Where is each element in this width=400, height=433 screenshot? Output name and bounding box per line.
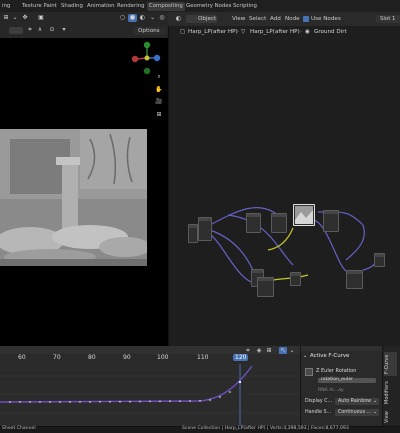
node-mix-shader[interactable] [323,210,339,232]
ruler-tick: 90 [123,354,131,361]
breadcrumb-object: Harp_LP(after HP) [188,29,238,35]
proportional-icon[interactable]: ⊙ [48,26,56,34]
breadcrumb-mesh: Harp_LP(after HP) [250,29,300,35]
ruler-tick: 110 [197,354,209,361]
mesh-icon: ▽ [241,29,246,35]
tab-modifiers[interactable]: Modifiers [384,380,397,406]
tab-texture-paint[interactable]: Texture Paint [22,2,57,11]
x-axis-dot[interactable] [131,55,139,63]
display-color-dropdown[interactable]: Auto Rainbow ⌄ [335,398,379,405]
options-button[interactable]: Options [133,27,166,35]
breadcrumb-separator-icon: › [237,29,240,35]
material-shading-icon[interactable]: ● [128,14,137,22]
data-path-field[interactable]: rotation_euler [318,377,376,383]
gizmo-center [144,55,150,61]
channel-color-swatch[interactable] [305,368,313,376]
node-texture-coordinate[interactable] [188,224,198,243]
node-mapping[interactable] [198,217,212,241]
panel-title: Active F-Curve [310,353,350,359]
f-curve-plot[interactable] [0,364,300,426]
tab-animation[interactable]: Animation [87,2,114,11]
tab-rendering[interactable]: Rendering [117,2,145,11]
ruler-tick: 60 [18,354,26,361]
node-image-preview[interactable] [293,204,315,226]
tab-modeling[interactable]: ing [2,2,10,11]
node-separate[interactable] [290,272,301,286]
tab-geometry-nodes[interactable]: Geometry Nodes [186,2,231,11]
tab-compositing[interactable]: Compositing [147,2,185,11]
handle-smoothing-dropdown[interactable]: Continuous ... ⌄ [335,409,379,416]
zoom-icon[interactable]: ⌕ [154,73,164,81]
snap-icon[interactable]: ⌗ [26,26,34,34]
node-normal-map[interactable] [257,277,274,297]
rna-array-label: RNA Ar...ay [318,388,344,393]
z-axis-dot[interactable] [153,54,161,62]
f-curve-line[interactable] [0,365,253,403]
tab-scripting[interactable]: Scripting [233,2,257,11]
object-icon: ▢ [180,29,186,35]
object-dropdown-label: Object [198,16,217,22]
options-dropdown-icon[interactable]: ▾ [60,26,68,34]
handle-smoothing-label: Handle S... [305,410,332,415]
use-nodes-label: Use Nodes [311,16,341,22]
scene-render [0,129,147,266]
overlay-icon[interactable]: ⌄ [11,14,19,22]
editor-type-icon[interactable]: ◐ [174,15,183,23]
node-color-ramp[interactable] [271,213,287,233]
options-label: Options [138,28,160,34]
handle-smoothing-value: Continuous ... [338,410,372,415]
ruler-tick: 80 [88,354,96,361]
menu-select[interactable]: Select [249,15,266,23]
display-color-label: Display C... [305,399,333,404]
panel-collapse-icon[interactable]: ⌄ [303,353,307,359]
tab-view[interactable]: View [384,410,397,424]
ruler-tick: 70 [53,354,61,361]
menu-add[interactable]: Add [270,15,281,23]
falloff-icon[interactable]: ∧ [36,26,44,34]
gizmo-icon[interactable]: ✥ [21,14,29,22]
status-left: Sheet Channel [2,426,36,431]
data-path-value: rotation_euler [321,377,354,382]
shading-dropdown-icon[interactable]: ⌄ [148,14,157,22]
menu-node[interactable]: Node [285,15,300,23]
frame-ruler[interactable] [0,354,300,364]
use-nodes-checkbox[interactable] [303,16,309,22]
slot-label: Slot 1 [380,16,396,22]
tab-f-curve[interactable]: F-Curve [384,352,397,376]
breadcrumb-separator-icon: › [300,29,303,35]
node-wires [209,204,381,286]
node-principled-bsdf[interactable] [346,270,363,289]
camera-view-icon[interactable]: 🎥 [154,98,164,106]
current-frame-indicator[interactable]: 120 [233,354,249,361]
xray-icon[interactable]: ▣ [37,14,45,22]
solid-shading-icon[interactable]: ○ [118,14,127,22]
node-image-texture[interactable] [246,213,261,233]
dropdown-chevron-icon: ⌄ [373,410,378,415]
tab-shading[interactable]: Shading [61,2,83,11]
perspective-grid-icon[interactable]: ⊞ [154,111,164,119]
breadcrumb-material: Ground Dirt [314,29,347,35]
rendered-shading-icon[interactable]: ◐ [138,14,147,22]
channel-name: Z Euler Rotation [316,368,357,374]
select-box-button[interactable] [9,27,23,34]
pan-hand-icon[interactable]: ✋ [154,86,164,94]
slot-dropdown[interactable]: Slot 1 [376,15,400,23]
y-axis-dot[interactable] [143,41,151,49]
material-icon: ◉ [305,29,310,35]
object-dropdown[interactable]: Object [186,15,217,23]
wireframe-icon[interactable]: ◎ [157,14,167,22]
display-color-value: Auto Rainbow [338,399,372,404]
dropdown-chevron-icon: ⌄ [373,399,378,404]
sidebar-header [301,346,382,351]
menu-view[interactable]: View [232,15,245,23]
texture-preview [295,206,313,224]
viewport-shading-icon[interactable]: ⊞ [2,14,10,22]
node-material-output[interactable] [374,253,385,267]
status-stats: Scene Collection | Harp_LP(after HP) | V… [182,426,349,431]
ruler-tick: 100 [157,354,169,361]
